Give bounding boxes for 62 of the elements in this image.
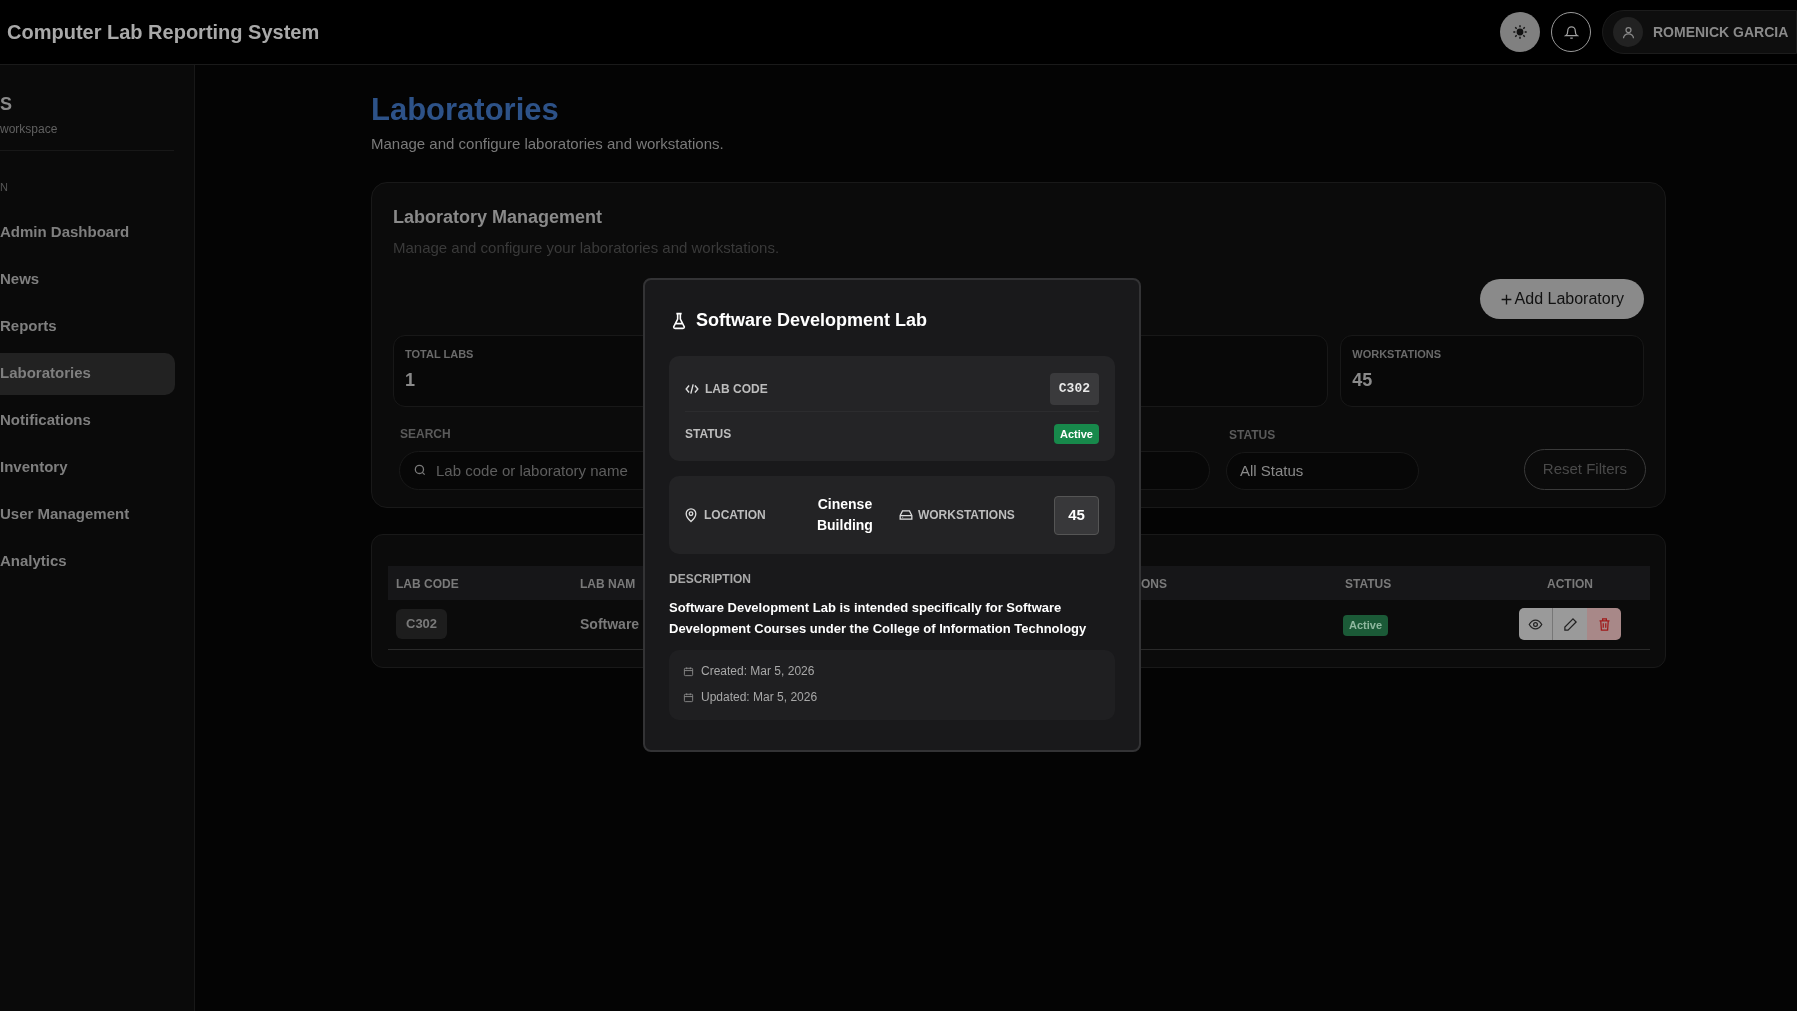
stat-label: WORKSTATIONS — [1352, 347, 1443, 362]
page-subtitle: Manage and configure laboratories and workstations. — [371, 134, 725, 154]
dialog-title: Software Development Lab — [696, 309, 928, 332]
sidebar-item[interactable]: Laboratories — [0, 352, 175, 395]
user-name: ROMENICK GARCIA — [1653, 22, 1789, 42]
card-title: Laboratory Management — [393, 205, 604, 229]
sidebar-item[interactable]: Admin Dashboard — [0, 211, 175, 254]
column-header: LAB CODE — [396, 576, 459, 591]
lab-code-chip: C302 — [1049, 373, 1099, 405]
flask-icon — [671, 311, 687, 330]
sidebar-item[interactable]: Analytics — [0, 540, 175, 583]
date-text: Updated: Mar 5, 2026 — [701, 689, 818, 706]
field-label: WORKSTATIONS — [917, 507, 1015, 524]
search-icon — [413, 463, 427, 477]
bell-icon — [1563, 24, 1579, 40]
calendar-icon — [683, 691, 694, 703]
column-header: LAB NAM — [580, 576, 636, 591]
sidebar-item[interactable]: News — [0, 258, 175, 301]
lab-code-chip: C302 — [396, 609, 448, 639]
sidebar-item[interactable]: Inventory — [0, 446, 175, 489]
stat-value: 1 — [405, 368, 416, 392]
status-badge: Active — [1343, 615, 1389, 636]
map-pin-icon — [685, 507, 697, 523]
field-label: LAB CODE — [705, 380, 768, 398]
filter-label: STATUS — [1228, 427, 1276, 444]
filter-label: SEARCH — [399, 426, 451, 443]
sidebar-item[interactable]: Notifications — [0, 399, 175, 442]
field-label: STATUS — [685, 425, 732, 443]
column-header: ONS — [1141, 576, 1167, 591]
theme-toggle-button[interactable] — [1500, 12, 1540, 52]
edit-button[interactable] — [1553, 608, 1587, 640]
status-badge: Active — [1053, 423, 1099, 444]
page-title: Laboratories — [371, 91, 560, 129]
location-value: Cinense Building — [815, 495, 874, 535]
column-header: STATUS — [1345, 576, 1392, 591]
avatar-icon — [1613, 17, 1643, 47]
add-laboratory-button[interactable]: Add Laboratory — [1479, 279, 1644, 319]
eye-icon — [1528, 616, 1543, 632]
code-icon — [685, 382, 699, 395]
status-select[interactable]: All Status — [1226, 452, 1419, 490]
brand-name: S — [0, 93, 13, 116]
field-label: LOCATION — [704, 507, 766, 524]
description-text: Software Development Lab is intended specifically for Software Development Courses under the College of Information Technology — [669, 599, 1088, 638]
brand-subtitle: workspace — [0, 120, 174, 151]
stat-value: 45 — [1352, 368, 1374, 392]
table-cell: Software — [580, 616, 640, 632]
user-menu[interactable]: ROMENICK GARCIA — [1602, 10, 1797, 54]
calendar-icon — [683, 665, 694, 677]
section-label: DESCRIPTION — [669, 571, 752, 588]
view-button[interactable] — [1519, 608, 1553, 640]
stat-label: TOTAL LABS — [405, 347, 475, 362]
plus-icon — [1499, 292, 1513, 306]
pencil-icon — [1562, 616, 1578, 632]
sun-icon — [1512, 24, 1528, 40]
column-header: ACTION — [1547, 576, 1593, 591]
drive-icon — [898, 509, 913, 521]
section-label: N — [0, 180, 9, 195]
date-text: Created: Mar 5, 2026 — [701, 663, 815, 680]
workstations-count: 45 — [1054, 495, 1099, 535]
app-title: Computer Lab Reporting System — [7, 20, 320, 45]
sidebar-item[interactable]: Reports — [0, 305, 175, 348]
sidebar-item[interactable]: User Management — [0, 493, 175, 536]
